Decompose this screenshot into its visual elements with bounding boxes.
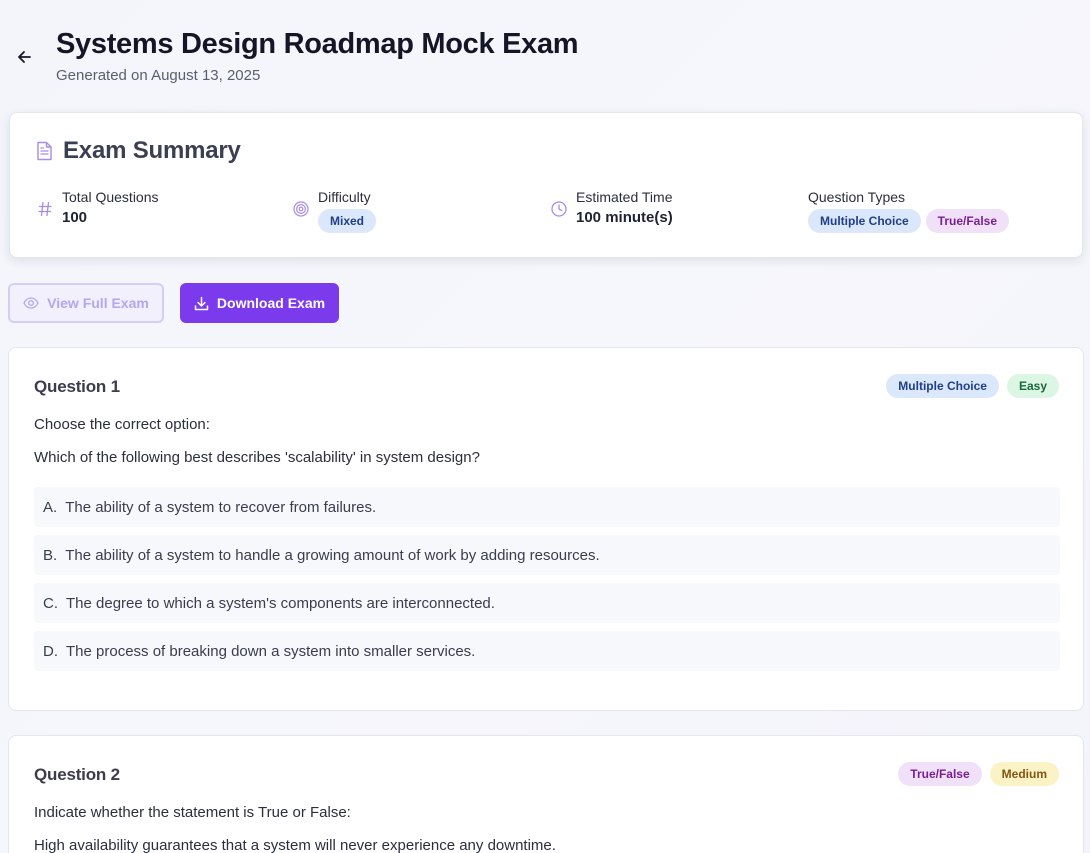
stat-value: 100 minute(s) xyxy=(576,209,673,226)
clock-icon xyxy=(550,201,568,219)
question-difficulty-badge: Easy xyxy=(1006,374,1059,398)
question-card: Question 2 True/False Medium Indicate wh… xyxy=(8,735,1084,853)
option-a[interactable]: A. The ability of a system to recover fr… xyxy=(34,487,1060,527)
target-icon xyxy=(292,201,310,219)
option-text: The degree to which a system's component… xyxy=(66,594,495,612)
question-instruction: Indicate whether the statement is True o… xyxy=(34,804,351,821)
question-instruction: Choose the correct option: xyxy=(34,416,210,433)
option-b[interactable]: B. The ability of a system to handle a g… xyxy=(34,535,1060,575)
option-text: The process of breaking down a system in… xyxy=(66,642,476,660)
back-button[interactable] xyxy=(14,46,34,68)
option-c[interactable]: C. The degree to which a system's compon… xyxy=(34,583,1060,623)
question-card: Question 1 Multiple Choice Easy Choose t… xyxy=(8,347,1084,711)
type-badge: True/False xyxy=(925,209,1010,233)
question-difficulty-badge: Medium xyxy=(989,762,1059,786)
question-tags: True/False Medium xyxy=(898,762,1059,786)
question-type-badge: Multiple Choice xyxy=(886,374,999,398)
question-title: Question 2 xyxy=(34,765,120,784)
question-text: High availability guarantees that a syst… xyxy=(34,837,556,853)
option-d[interactable]: D. The process of breaking down a system… xyxy=(34,631,1060,671)
view-full-exam-label: View Full Exam xyxy=(47,295,149,311)
stat-total-questions: Total Questions 100 xyxy=(36,187,159,226)
eye-icon xyxy=(23,297,39,309)
summary-title: Exam Summary xyxy=(63,137,241,164)
download-exam-button[interactable]: Download Exam xyxy=(180,283,339,323)
question-title: Question 1 xyxy=(34,377,120,396)
exam-summary-card: Exam Summary Total Questions 100 Difficu… xyxy=(9,112,1083,258)
type-badge: Multiple Choice xyxy=(808,209,921,233)
option-letter: A. xyxy=(43,498,58,516)
download-exam-label: Download Exam xyxy=(216,295,326,311)
option-letter: D. xyxy=(43,642,58,660)
page-header: Systems Design Roadmap Mock Exam Generat… xyxy=(0,0,1090,110)
page-subtitle: Generated on August 13, 2025 xyxy=(56,67,261,84)
summary-header: Exam Summary xyxy=(36,137,241,165)
option-letter: C. xyxy=(43,594,58,612)
stat-value: 100 xyxy=(62,209,88,226)
question-tags: Multiple Choice Easy xyxy=(886,374,1059,398)
stat-label: Question Types xyxy=(808,189,906,205)
question-type-badge: True/False xyxy=(898,762,982,786)
stat-label: Difficulty xyxy=(318,189,371,205)
option-text: The ability of a system to recover from … xyxy=(65,498,377,516)
option-letter: B. xyxy=(43,546,58,564)
difficulty-badge: Mixed xyxy=(318,209,377,233)
page-title: Systems Design Roadmap Mock Exam xyxy=(56,28,579,60)
stat-label: Estimated Time xyxy=(576,189,673,205)
option-text: The ability of a system to handle a grow… xyxy=(65,546,600,564)
stat-question-types: Question Types Multiple Choice True/Fals… xyxy=(808,187,1010,233)
download-icon xyxy=(194,296,209,311)
arrow-left-icon xyxy=(18,51,31,63)
stat-estimated-time: Estimated Time 100 minute(s) xyxy=(550,187,673,226)
stat-label: Total Questions xyxy=(62,189,159,205)
question-text: Which of the following best describes 's… xyxy=(34,449,480,466)
document-icon xyxy=(36,141,54,161)
view-full-exam-button[interactable]: View Full Exam xyxy=(8,283,164,323)
hash-icon xyxy=(36,201,54,219)
stat-difficulty: Difficulty Mixed xyxy=(292,187,377,233)
